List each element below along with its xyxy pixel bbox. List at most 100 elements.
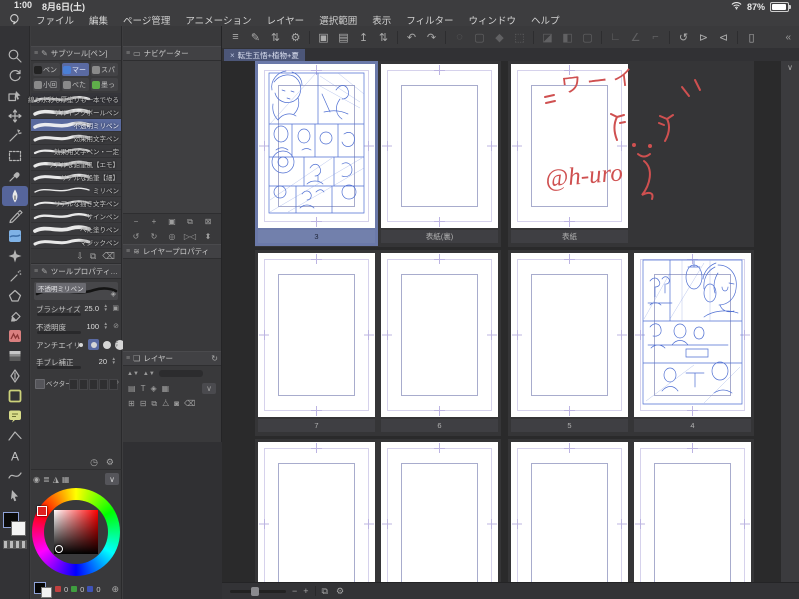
reset-rotate-icon[interactable]: ◎ — [166, 232, 179, 241]
stabilization-stepper[interactable]: ▲ ▼ — [112, 357, 116, 364]
frame-border-tool[interactable] — [2, 386, 28, 406]
mask-outline-icon[interactable]: ▢ — [578, 29, 597, 46]
page-cell[interactable] — [511, 442, 628, 583]
refresh-icon[interactable]: ◌ — [450, 29, 469, 46]
tool-property-palette-header[interactable]: ≡ ✎ ツールプロパティ[不透明ミリペン] — [31, 264, 121, 279]
menu-item-6[interactable]: 表示 — [372, 13, 391, 27]
blend-tool[interactable] — [2, 366, 28, 386]
pen-tool[interactable] — [1, 186, 28, 206]
new-layer-icon[interactable]: ⊞ — [128, 399, 135, 408]
menu-item-0[interactable]: ファイル — [36, 13, 74, 27]
page-cell[interactable]: 5 — [511, 253, 628, 432]
hue-marker[interactable] — [37, 506, 47, 516]
open-file-icon[interactable]: ▤ — [334, 29, 353, 46]
page-settings-icon[interactable]: ⚙ — [336, 586, 344, 597]
brush-item[interactable]: リアルな鉛筆【細】 — [31, 171, 121, 184]
selection-border-icon[interactable]: ⬚ — [510, 29, 529, 46]
close-tab-icon[interactable]: × — [230, 51, 235, 60]
flip-vertical-icon[interactable]: ⬍ — [202, 232, 215, 241]
page-thumbnail[interactable] — [634, 253, 751, 417]
menu-item-5[interactable]: 選択範囲 — [319, 13, 357, 27]
decoration-red-tool[interactable] — [2, 326, 28, 346]
brush-item[interactable]: マジックペン — [31, 236, 121, 249]
menu-item-4[interactable]: レイヤー — [266, 13, 304, 27]
fit-screen-icon[interactable]: ▣ — [166, 217, 179, 226]
new-folder-icon[interactable]: ⊟ — [140, 399, 147, 408]
auto-select-tool[interactable] — [2, 126, 28, 146]
text-tool[interactable]: A — [2, 446, 28, 466]
zoom-out-button[interactable]: − — [292, 586, 297, 596]
next-page-icon[interactable]: ⊳ — [694, 29, 713, 46]
pencil-tool[interactable] — [2, 206, 28, 226]
page-thumbnail[interactable] — [381, 64, 498, 228]
antialias-middle[interactable] — [101, 339, 112, 350]
page-thumbnail[interactable] — [258, 64, 375, 228]
rotate-right-icon[interactable]: ↻ — [148, 232, 161, 241]
prev-page-icon[interactable]: ⊲ — [714, 29, 733, 46]
flip-horizontal-icon[interactable]: ▷◁ — [184, 232, 197, 241]
undo-icon[interactable]: ↶ — [402, 29, 421, 46]
duplicate-subtool-icon[interactable]: ⧉ — [90, 251, 96, 262]
mask-half-icon[interactable]: ◧ — [558, 29, 577, 46]
chevron-down-icon[interactable]: ∨ — [784, 63, 796, 72]
brush-item[interactable]: リアルな描き文字ペン — [31, 197, 121, 210]
invert-selection-icon[interactable]: ◆ — [490, 29, 509, 46]
antialias-stepper[interactable]: ▲ ▼ — [115, 340, 119, 347]
figure-tool[interactable] — [2, 426, 28, 446]
menu-item-1[interactable]: 編集 — [89, 13, 108, 27]
brush-size-value[interactable]: 25.0 — [84, 304, 99, 313]
page-cell[interactable] — [258, 442, 375, 583]
move-layer-tool[interactable] — [2, 106, 28, 126]
layer-mask-icon[interactable]: ◙ — [174, 399, 179, 408]
brush-size-stepper[interactable]: ▲ ▼ — [104, 304, 108, 311]
zoom-out-icon[interactable]: − — [130, 217, 143, 226]
merge-down-icon[interactable]: ⧊ — [162, 399, 169, 409]
subtool-tab-2[interactable]: スパ — [91, 63, 118, 76]
brush-item[interactable]: サインペン — [31, 210, 121, 223]
export-updown-icon[interactable]: ⇅ — [374, 29, 393, 46]
layer-property-palette-header[interactable]: ≡ ≋ レイヤープロパティ — [123, 244, 221, 259]
stabilization-value[interactable]: 20 — [99, 357, 107, 366]
collapse-color-palette-icon[interactable]: ∨ — [105, 473, 119, 485]
vector-snap-checkbox[interactable] — [35, 379, 45, 389]
brush-item[interactable]: リアルな鉛筆風【エモ】 — [31, 158, 121, 171]
clip-studio-logo[interactable] — [8, 13, 21, 26]
updown-arrows-icon[interactable]: ⇅ — [266, 29, 285, 46]
history-icon[interactable]: ◷ — [90, 457, 98, 468]
sv-marker[interactable] — [55, 545, 63, 553]
correct-line-tool[interactable] — [2, 466, 28, 486]
menu-item-8[interactable]: ウィンドウ — [469, 13, 517, 27]
paint-tool[interactable] — [2, 226, 28, 246]
color-settings-icon[interactable]: ⊕ — [111, 584, 119, 595]
mask-diagonal-icon[interactable]: ◪ — [538, 29, 557, 46]
brush-size-option-icon[interactable]: ▣ — [112, 304, 119, 312]
layer-stepper-2[interactable]: ▲▼ — [143, 371, 155, 377]
page-cell[interactable] — [634, 442, 751, 583]
zoom-tool[interactable] — [2, 46, 28, 66]
page-thumbnail[interactable] — [634, 442, 751, 583]
rotate-view-tool[interactable] — [2, 66, 28, 86]
color-wheel-tab-icon[interactable]: ◉ — [33, 475, 40, 484]
sub-color-swatch[interactable] — [10, 521, 26, 536]
brush-size-slider[interactable] — [37, 313, 81, 316]
page-cell[interactable]: 7 — [258, 253, 375, 432]
object-tool[interactable] — [2, 86, 28, 106]
settings-gear-icon[interactable]: ⚙ — [286, 29, 305, 46]
transparent-color-swatch[interactable] — [2, 540, 27, 549]
brush-item[interactable]: べた塗りペン — [31, 223, 121, 236]
transform-icon[interactable]: ✎ — [246, 29, 265, 46]
page-cell[interactable]: 6 — [381, 253, 498, 432]
color-set-tab-icon[interactable]: ▦ — [62, 475, 70, 484]
single-page-view-icon[interactable]: ⧉ — [322, 586, 328, 597]
vector-snap-more-icon[interactable]: › — [117, 379, 119, 386]
brush-item[interactable]: ゲルインクボールペン — [31, 106, 121, 119]
fill-tool[interactable] — [2, 286, 28, 306]
reset-rotate-icon[interactable]: ↺ — [674, 29, 693, 46]
menu-item-2[interactable]: ページ管理 — [123, 13, 170, 27]
decoration-tool[interactable] — [2, 246, 28, 266]
gradient-tool[interactable] — [2, 346, 28, 366]
page-cell[interactable]: 表紙(裏) — [381, 64, 498, 243]
layer-stepper-1[interactable]: ▲▼ — [127, 371, 139, 377]
delete-subtool-icon[interactable]: ⌫ — [102, 251, 115, 262]
page-thumbnail[interactable] — [511, 253, 628, 417]
